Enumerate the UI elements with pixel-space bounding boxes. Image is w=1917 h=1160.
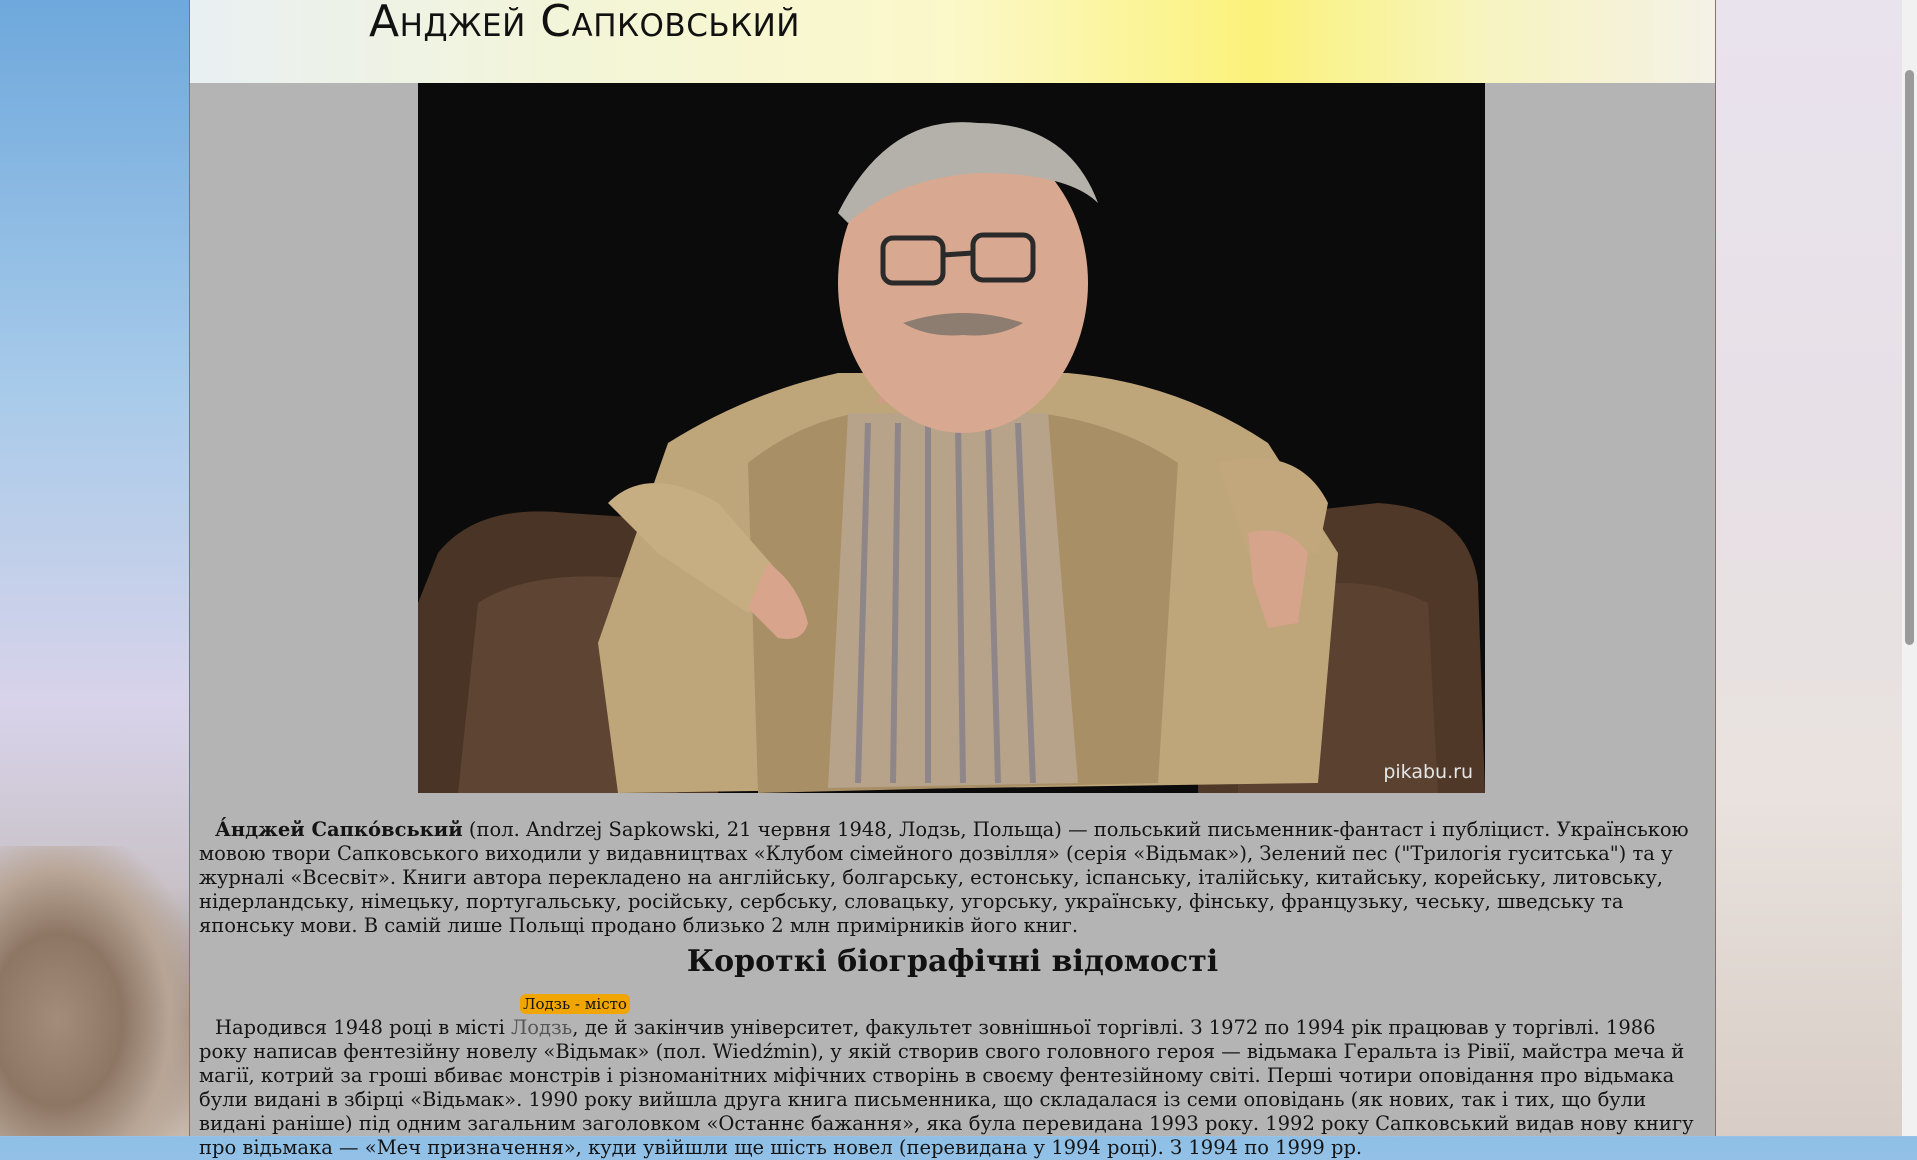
photo-watermark: pikabu.ru xyxy=(1383,761,1473,783)
link-tooltip: Лодзь - місто xyxy=(520,994,630,1014)
background-right xyxy=(1715,0,1902,1136)
section-heading: Короткі біографічні відомості xyxy=(686,944,1219,979)
header-banner: Анджей Сапковський xyxy=(190,0,1715,83)
intro-paragraph: А́нджей Сапко́вський (пол. Andrzej Sapko… xyxy=(199,818,1704,938)
author-photo: pikabu.ru xyxy=(418,83,1485,793)
author-photo-image xyxy=(418,83,1485,793)
city-link[interactable]: Лодзь xyxy=(511,1016,572,1039)
author-name-bold: А́нджей Сапко́вський xyxy=(215,818,463,841)
scrollbar-thumb[interactable] xyxy=(1905,70,1914,645)
background-left xyxy=(0,0,190,1136)
background-rock xyxy=(0,846,190,1136)
content-page: Анджей Сапковський pikabu.ru А́нджей Сап… xyxy=(189,0,1716,1159)
bio-text-start: Народився 1948 році в місті xyxy=(215,1016,512,1039)
bio-paragraph: Народився 1948 році в місті Лодзь, де й … xyxy=(199,1016,1704,1160)
page-title: Анджей Сапковський xyxy=(369,0,800,47)
page-scrollbar[interactable] xyxy=(1902,0,1917,1136)
